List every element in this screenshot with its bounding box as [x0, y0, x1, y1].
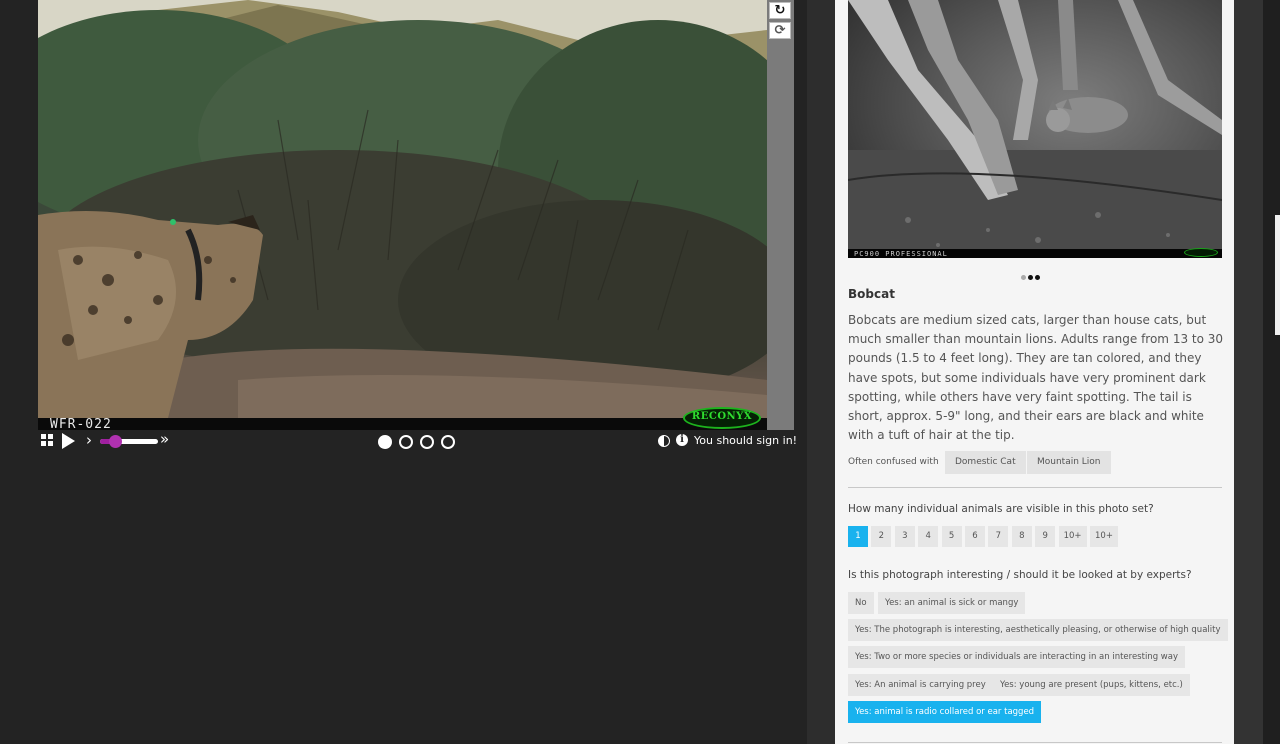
species-panel: PC900 PROFESSIONAL Bobcat Bobcats are me… — [835, 0, 1234, 744]
count-option[interactable]: 10+ — [1058, 526, 1087, 547]
camera-brand-logo: RECONYX — [683, 407, 761, 429]
interesting-option[interactable]: Yes: Two or more species or individuals … — [848, 646, 1185, 668]
interesting-option[interactable]: Yes: An animal is carrying prey — [848, 674, 993, 696]
viewer-side-rail: ↻ ⟳ — [767, 0, 794, 430]
interesting-option[interactable]: No — [848, 592, 874, 614]
example-info-strip: PC900 PROFESSIONAL — [848, 248, 1222, 258]
panel-divider — [807, 0, 835, 744]
frame-dot[interactable] — [399, 435, 413, 449]
sign-in-prompt[interactable]: You should sign in! — [694, 434, 797, 447]
species-description: Bobcats are medium sized cats, larger th… — [848, 313, 1224, 443]
photo-scene — [38, 0, 767, 418]
species-name: Bobcat — [848, 287, 895, 301]
section-divider — [848, 487, 1222, 488]
interesting-question: Is this photograph interesting / should … — [848, 569, 1192, 581]
interesting-option[interactable]: Yes: The photograph is interesting, aest… — [848, 619, 1228, 641]
right-gutter — [1234, 0, 1263, 744]
species-example-photo: PC900 PROFESSIONAL — [848, 0, 1222, 258]
example-camera-caption: PC900 PROFESSIONAL — [854, 250, 948, 258]
example-carousel-dots — [1021, 265, 1042, 284]
section-divider-bottom — [848, 742, 1222, 743]
example-scene — [848, 0, 1222, 258]
info-icon[interactable]: i — [676, 434, 688, 446]
count-option[interactable]: 4 — [918, 526, 939, 547]
often-confused-label: Often confused with — [848, 457, 939, 467]
reload-icon: ↻ — [774, 3, 786, 18]
reload-button[interactable]: ↻ — [769, 2, 791, 19]
slower-icon[interactable]: › — [86, 431, 92, 449]
example-dot[interactable] — [1021, 275, 1026, 280]
count-option[interactable]: 5 — [941, 526, 962, 547]
count-option[interactable]: 6 — [965, 526, 985, 547]
speed-slider-knob[interactable] — [108, 435, 122, 448]
example-brand-logo — [1184, 248, 1218, 257]
confused-chip-mountain-lion[interactable]: Mountain Lion — [1027, 451, 1111, 474]
count-question: How many individual animals are visible … — [848, 503, 1154, 515]
refresh-icon: ⟳ — [774, 23, 786, 38]
speed-slider[interactable] — [100, 435, 158, 448]
window-edge — [1263, 0, 1280, 744]
frame-dot[interactable] — [378, 435, 392, 449]
interesting-option[interactable]: Yes: animal is radio collared or ear tag… — [848, 701, 1042, 723]
photo-info-strip: WFR-022 RECONYX — [38, 407, 767, 430]
scrollbar-thumb[interactable] — [1275, 215, 1280, 335]
confused-chip-domestic-cat[interactable]: Domestic Cat — [945, 451, 1026, 474]
count-option[interactable]: 9 — [1035, 526, 1056, 547]
camera-trap-photo[interactable]: WFR-022 RECONYX — [38, 0, 767, 430]
frame-indicator — [378, 434, 462, 453]
interesting-option[interactable]: Yes: young are present (pups, kittens, e… — [993, 674, 1190, 696]
faster-icon[interactable]: » — [160, 430, 169, 448]
frame-dot[interactable] — [420, 435, 434, 449]
count-option[interactable]: 8 — [1011, 526, 1032, 547]
play-icon[interactable] — [62, 433, 75, 449]
interesting-option[interactable]: Yes: an animal is sick or mangy — [878, 592, 1026, 614]
count-option[interactable]: 3 — [894, 526, 915, 547]
example-dot[interactable] — [1035, 275, 1040, 280]
count-option[interactable]: 10+ — [1090, 526, 1118, 547]
frame-dot[interactable] — [441, 435, 455, 449]
grid-view-icon[interactable] — [41, 434, 53, 446]
count-option[interactable]: 1 — [848, 526, 868, 547]
photo-viewer: WFR-022 RECONYX ↻ ⟳ › » i You should sig… — [38, 0, 797, 456]
viewer-controls: › » i You should sign in! — [38, 430, 797, 454]
example-dot[interactable] — [1028, 275, 1033, 280]
count-option[interactable]: 7 — [988, 526, 1009, 547]
camera-id-label: WFR-022 — [50, 417, 112, 430]
contrast-icon[interactable] — [658, 435, 670, 447]
refresh-button[interactable]: ⟳ — [769, 22, 791, 39]
count-option[interactable]: 2 — [871, 526, 892, 547]
